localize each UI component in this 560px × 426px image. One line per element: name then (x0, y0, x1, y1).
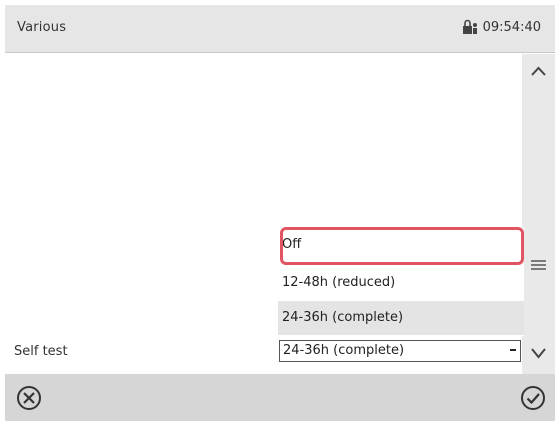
self-test-select[interactable]: 24-36h (complete) (279, 340, 521, 362)
chevron-down-icon[interactable] (522, 342, 555, 364)
clock-time: 09:54:40 (482, 19, 541, 35)
cancel-circle-icon[interactable] (13, 382, 45, 414)
dropdown-option-reduced[interactable]: 12-48h (reduced) (278, 266, 524, 300)
page-title: Various (17, 20, 67, 35)
self-test-value: 24-36h (complete) (283, 343, 405, 358)
caret-icon (510, 349, 516, 351)
highlight-box (280, 227, 524, 265)
bottom-bar (5, 374, 555, 421)
touch-screen: Various 09:54:40 Off 12-48h (reduced) 24… (0, 0, 560, 426)
check-circle-icon[interactable] (517, 382, 549, 414)
dropdown-option-complete[interactable]: 24-36h (complete) (278, 301, 524, 335)
lock-person-icon (462, 19, 477, 34)
self-test-label: Self test (14, 344, 68, 359)
chevron-up-icon[interactable] (522, 60, 555, 82)
status-area: 09:54:40 (461, 18, 541, 36)
scrollbar[interactable] (522, 54, 555, 374)
menu-lines-icon[interactable] (522, 254, 555, 276)
title-bar: Various 09:54:40 (5, 5, 555, 53)
